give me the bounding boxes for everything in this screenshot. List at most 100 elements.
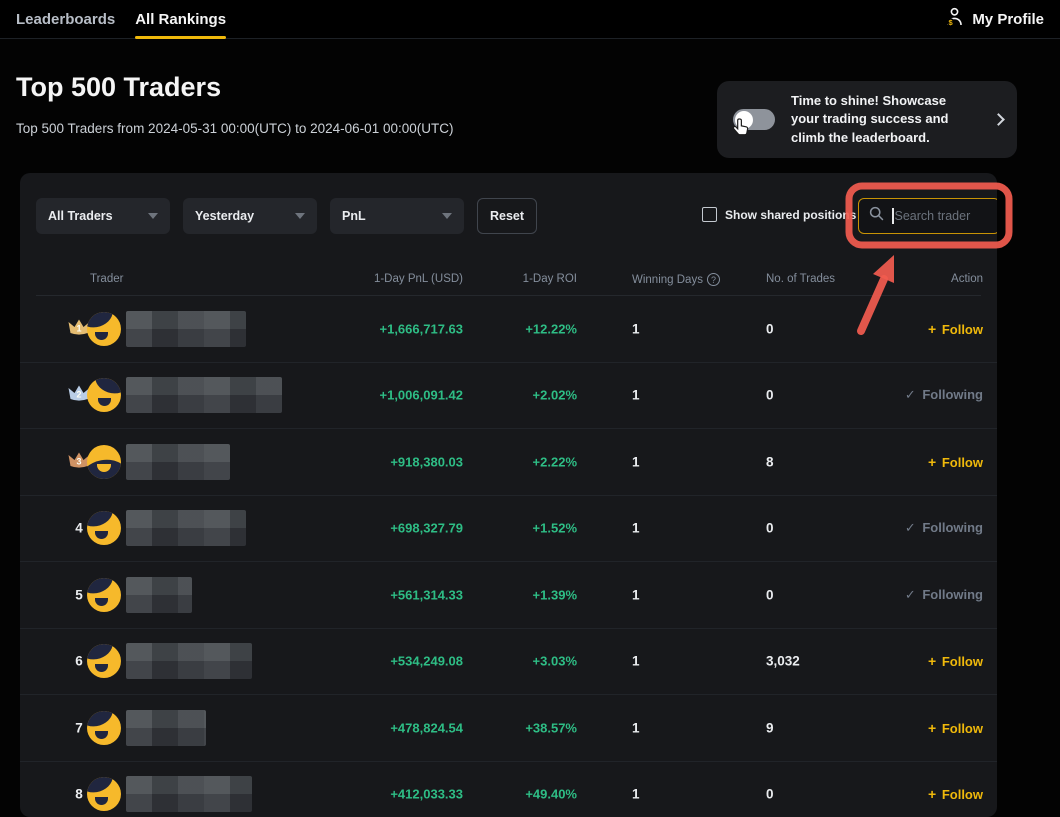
pnl-value: +478,824.54	[390, 720, 463, 735]
reset-button[interactable]: Reset	[477, 198, 537, 234]
col-pnl: 1-Day PnL (USD)	[374, 273, 463, 285]
roi-value: +2.02%	[533, 388, 577, 403]
tab-all-rankings[interactable]: All Rankings	[135, 0, 226, 39]
search-trader-box[interactable]	[858, 198, 997, 234]
table-row: 2 +1,006,091.42 +2.02% 1 0 ✓ Following	[20, 363, 997, 430]
winning-days-value: 1	[632, 521, 640, 536]
trader-avatar[interactable]	[87, 378, 121, 412]
table-row: 3 +918,380.03 +2.22% 1 8 + Follow	[20, 429, 997, 496]
period-dropdown[interactable]: Yesterday	[183, 198, 317, 234]
trader-name-blurred	[126, 776, 252, 812]
trades-value: 0	[766, 521, 774, 536]
trader-name-blurred	[126, 311, 246, 347]
check-icon: ✓	[905, 520, 916, 535]
trader-avatar[interactable]	[87, 445, 121, 479]
table-row: 6 +534,249.08 +3.03% 1 3,032 + Follow	[20, 629, 997, 696]
trades-value: 3,032	[766, 654, 800, 669]
svg-text:2: 2	[76, 390, 81, 400]
pnl-value: +561,314.33	[390, 587, 463, 602]
follow-button[interactable]: + Follow	[928, 321, 983, 337]
table-row: 1 +1,666,717.63 +12.22% 1 0 + Follow	[20, 296, 997, 363]
svg-text:3: 3	[76, 456, 81, 466]
trader-avatar[interactable]	[87, 711, 121, 745]
follow-label: Follow	[938, 322, 983, 337]
shared-positions-checkbox-group[interactable]: Show shared positions only	[702, 207, 884, 222]
metric-dropdown[interactable]: PnL	[330, 198, 464, 234]
winning-days-value: 1	[632, 388, 640, 403]
trader-name-blurred	[126, 643, 252, 679]
check-icon: ✓	[905, 587, 916, 602]
mouse-hand-cursor-icon	[730, 117, 752, 146]
roi-value: +1.39%	[533, 587, 577, 602]
winning-days-value: 1	[632, 654, 640, 669]
follow-button[interactable]: ✓ Following	[905, 520, 983, 536]
col-roi: 1-Day ROI	[523, 273, 577, 285]
check-icon: ✓	[905, 387, 916, 402]
chevron-down-icon	[148, 213, 158, 219]
trader-avatar[interactable]	[87, 777, 121, 811]
follow-button[interactable]: + Follow	[928, 786, 983, 802]
chevron-down-icon	[442, 213, 452, 219]
period-value: Yesterday	[195, 209, 254, 223]
follow-button[interactable]: ✓ Following	[905, 387, 983, 403]
metric-value: PnL	[342, 209, 366, 223]
follow-button[interactable]: ✓ Following	[905, 587, 983, 603]
chevron-right-icon	[992, 113, 1005, 126]
winning-days-value: 1	[632, 587, 640, 602]
roi-value: +12.22%	[525, 321, 577, 336]
table-body: 1 +1,666,717.63 +12.22% 1 0 + Follow 2 +…	[20, 296, 997, 817]
table-row: 4 +698,327.79 +1.52% 1 0 ✓ Following	[20, 496, 997, 563]
plus-icon: +	[928, 720, 936, 736]
trader-name-blurred	[126, 377, 282, 413]
plus-icon: +	[928, 321, 936, 337]
trades-value: 0	[766, 388, 774, 403]
trades-value: 0	[766, 587, 774, 602]
text-cursor	[892, 208, 894, 224]
tab-leaderboards[interactable]: Leaderboards	[16, 0, 115, 39]
top-nav: Leaderboards All Rankings $ My Profile	[0, 0, 1060, 39]
pnl-value: +698,327.79	[390, 521, 463, 536]
trades-value: 0	[766, 321, 774, 336]
follow-button[interactable]: + Follow	[928, 653, 983, 669]
trader-type-dropdown[interactable]: All Traders	[36, 198, 170, 234]
pnl-value: +412,033.33	[390, 787, 463, 802]
trader-avatar[interactable]	[87, 511, 121, 545]
chevron-down-icon	[295, 213, 305, 219]
trader-avatar[interactable]	[87, 312, 121, 346]
shared-positions-checkbox[interactable]	[702, 207, 717, 222]
search-icon	[869, 206, 884, 226]
follow-label: Follow	[938, 721, 983, 736]
page-subtitle: Top 500 Traders from 2024-05-31 00:00(UT…	[16, 121, 453, 136]
trader-name-blurred	[126, 510, 246, 546]
trades-value: 9	[766, 720, 774, 735]
roi-value: +2.22%	[533, 454, 577, 469]
roi-value: +1.52%	[533, 521, 577, 536]
plus-icon: +	[928, 454, 936, 470]
follow-label: Following	[919, 387, 983, 402]
table-row: 5 +561,314.33 +1.39% 1 0 ✓ Following	[20, 562, 997, 629]
trader-type-value: All Traders	[48, 209, 113, 223]
profile-money-icon: $	[943, 6, 965, 32]
follow-label: Follow	[938, 787, 983, 802]
info-icon[interactable]	[707, 273, 720, 286]
follow-button[interactable]: + Follow	[928, 720, 983, 736]
page-title: Top 500 Traders	[16, 72, 221, 103]
showcase-promo-card[interactable]: Time to shine! Showcase your trading suc…	[717, 81, 1017, 158]
search-trader-input[interactable]	[895, 209, 992, 223]
table-header: Trader 1-Day PnL (USD) 1-Day ROI Winning…	[20, 265, 997, 296]
table-row: 8 +412,033.33 +49.40% 1 0 + Follow	[20, 762, 997, 817]
winning-days-value: 1	[632, 321, 640, 336]
winning-days-value: 1	[632, 787, 640, 802]
pnl-value: +1,666,717.63	[380, 321, 464, 336]
plus-icon: +	[928, 653, 936, 669]
trader-name-blurred	[126, 577, 192, 613]
pnl-value: +1,006,091.42	[380, 388, 464, 403]
follow-button[interactable]: + Follow	[928, 454, 983, 470]
trader-avatar[interactable]	[87, 578, 121, 612]
promo-text: Time to shine! Showcase your trading suc…	[791, 92, 977, 148]
trader-avatar[interactable]	[87, 644, 121, 678]
svg-text:1: 1	[76, 323, 81, 333]
roi-value: +38.57%	[525, 720, 577, 735]
col-trades: No. of Trades	[766, 273, 835, 285]
my-profile-button[interactable]: $ My Profile	[943, 6, 1044, 32]
